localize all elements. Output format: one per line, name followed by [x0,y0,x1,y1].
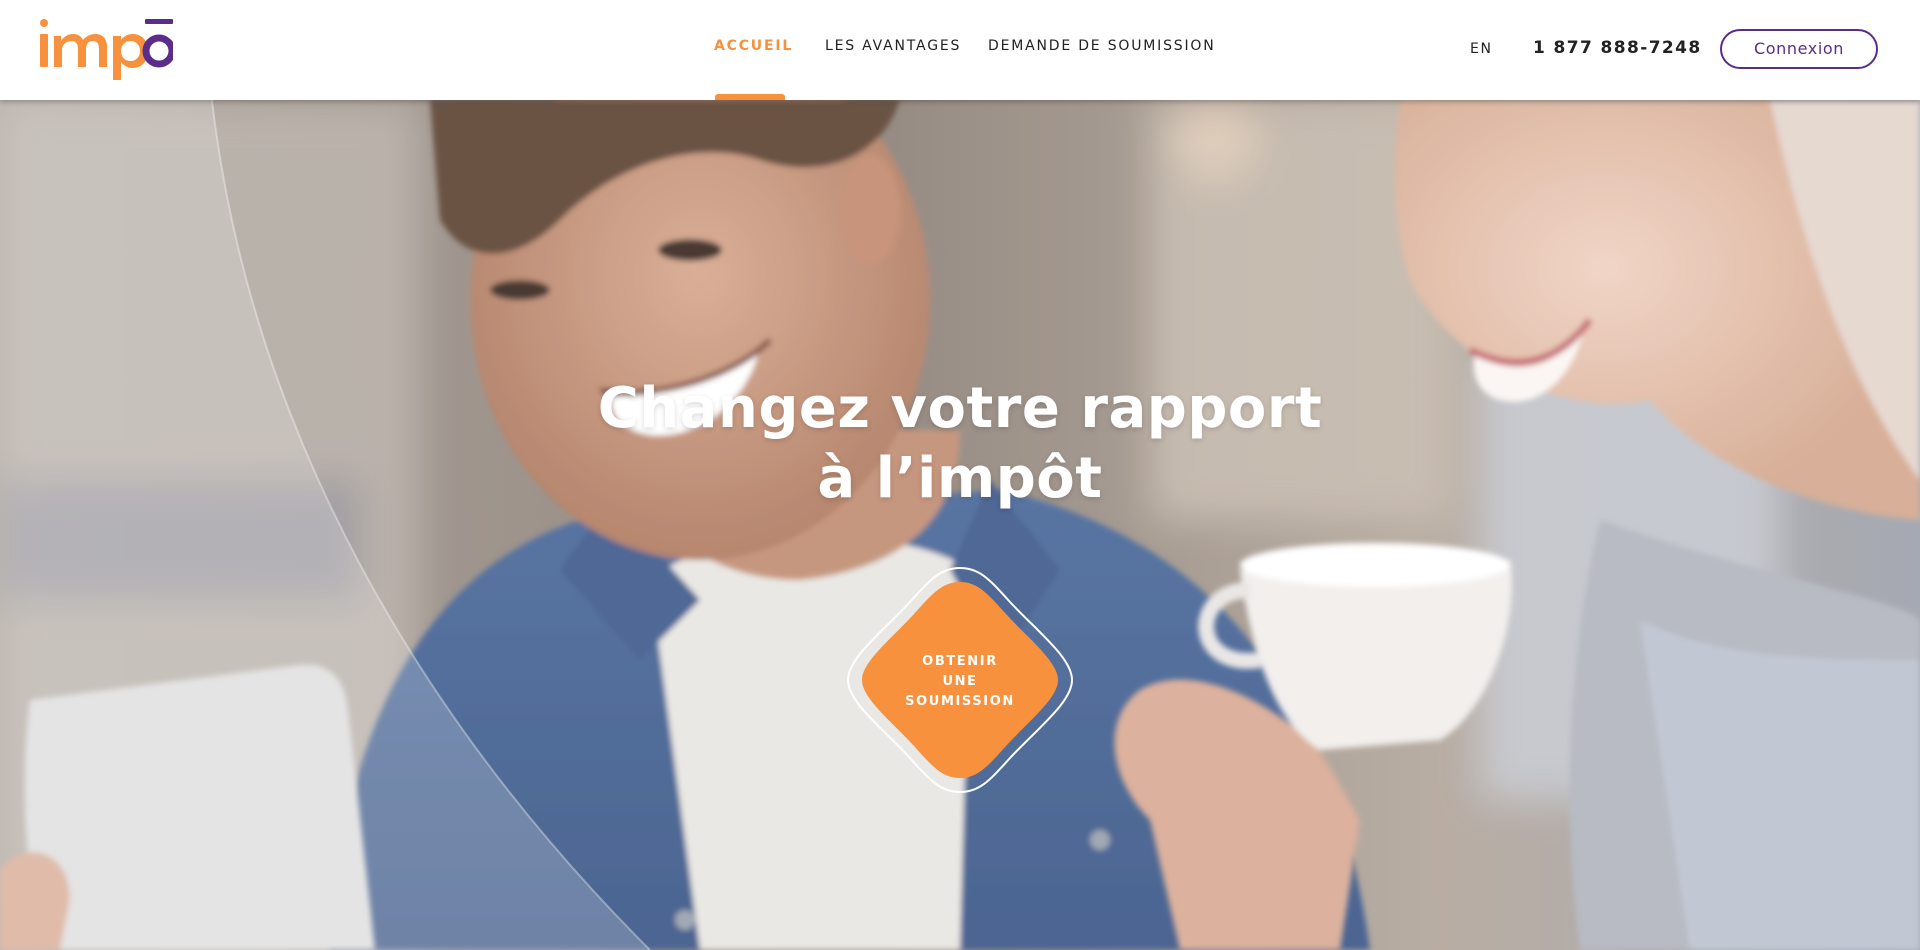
nav-item-accueil[interactable]: ACCUEIL [714,38,793,54]
hero-section: Changez votre rapport à l’impôt OBTENIR … [0,100,1920,950]
login-button[interactable]: Connexion [1720,29,1878,69]
cta-label-line-3: SOUMISSION [905,694,1015,709]
cta-label-line-2: UNE [942,674,978,689]
cta-label: OBTENIR UNE SOUMISSION [840,652,1080,712]
get-quote-button[interactable]: OBTENIR UNE SOUMISSION [840,560,1080,800]
cta-label-line-1: OBTENIR [922,654,998,669]
logo-mark-icon [40,19,173,80]
nav-item-demande-soumission[interactable]: DEMANDE DE SOUMISSION [988,38,1215,54]
site-header: ACCUEIL LES AVANTAGES DEMANDE DE SOUMISS… [0,0,1920,100]
hero-background-photo [0,100,1920,950]
language-switch[interactable]: EN [1470,41,1493,57]
impo-logo[interactable] [38,10,173,85]
phone-number-link[interactable]: 1 877 888-7248 [1533,38,1702,58]
hero-title-line-1: Changez votre rapport [597,376,1323,441]
nav-item-avantages[interactable]: LES AVANTAGES [825,38,961,54]
hero-title-line-2: à l’impôt [817,446,1103,511]
active-nav-indicator [715,94,785,100]
hero-title: Changez votre rapport à l’impôt [460,374,1460,514]
